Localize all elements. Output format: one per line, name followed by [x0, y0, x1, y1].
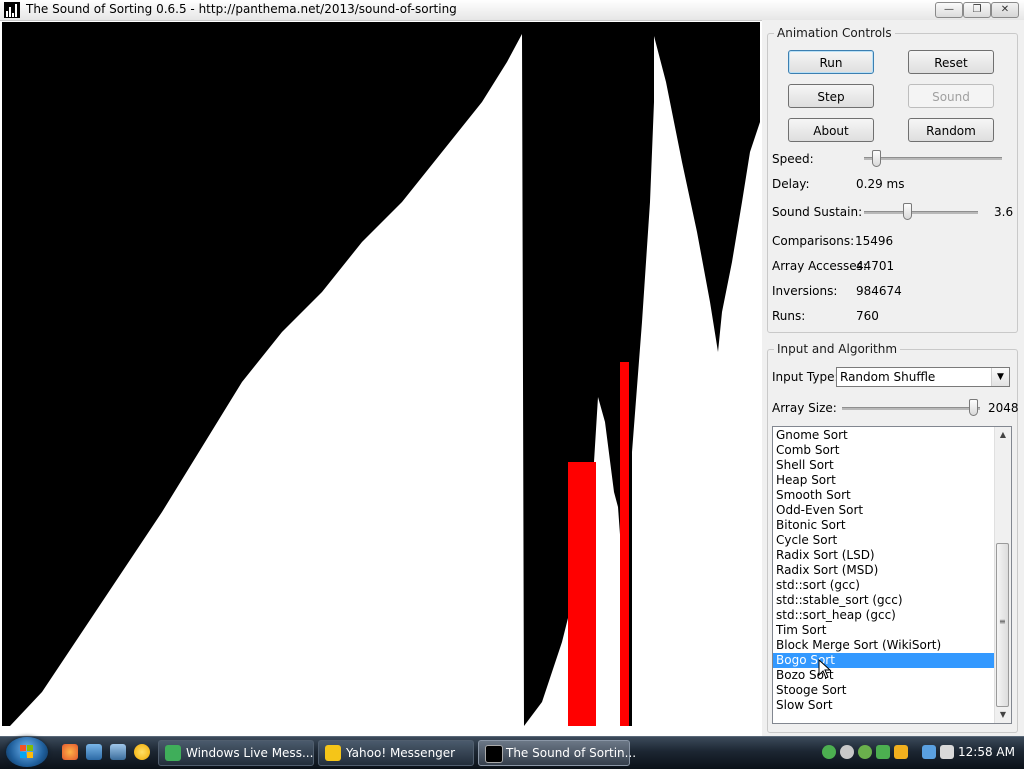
array-size-slider-track[interactable] — [842, 407, 980, 410]
sound-sustain-value: 3.6 — [994, 205, 1014, 219]
speed-label: Speed: — [772, 152, 814, 166]
algorithm-item[interactable]: Radix Sort (MSD) — [773, 563, 995, 578]
algorithm-item[interactable]: std::sort (gcc) — [773, 578, 995, 593]
bars-region-left — [10, 34, 524, 726]
smiley-icon[interactable] — [134, 744, 150, 760]
about-button[interactable]: About — [788, 118, 874, 142]
clock[interactable]: 12:58 AM — [958, 745, 1015, 759]
algorithm-item[interactable]: Comb Sort — [773, 443, 995, 458]
highlight-bar-2 — [620, 362, 629, 726]
sound-sustain-label: Sound Sustain: — [772, 205, 863, 219]
algorithm-items: Gnome Sort Comb Sort Shell Sort Heap Sort Sm… — [773, 428, 995, 713]
runs-label: Runs: — [772, 309, 806, 323]
taskbar-item-label: The Sound of Sortin... — [506, 746, 637, 760]
runs-value: 760 — [856, 309, 879, 323]
algorithm-item[interactable]: Odd-Even Sort — [773, 503, 995, 518]
array-accesses-label: Array Accesses: — [772, 259, 867, 273]
taskbar-item-label: Yahoo! Messenger — [346, 746, 456, 760]
array-size-label: Array Size: — [772, 401, 837, 415]
reset-button[interactable]: Reset — [908, 50, 994, 74]
firefox-icon[interactable] — [62, 744, 78, 760]
sorting-app-icon — [4, 2, 20, 18]
inversions-label: Inversions: — [772, 284, 838, 298]
algorithm-item[interactable]: Gnome Sort — [773, 428, 995, 443]
maximize-button[interactable]: ❐ — [963, 2, 991, 18]
window-title: The Sound of Sorting 0.6.5 - http://pant… — [26, 2, 457, 16]
scroll-down-icon[interactable]: ▼ — [995, 707, 1011, 723]
bars-region-right — [632, 36, 760, 726]
algorithm-item[interactable]: std::stable_sort (gcc) — [773, 593, 995, 608]
input-type-label: Input Type: — [772, 370, 839, 384]
algorithm-item[interactable]: Tim Sort — [773, 623, 995, 638]
delay-label: Delay: — [772, 177, 810, 191]
sorting-visualization — [2, 22, 760, 726]
sorting-app-icon — [485, 745, 503, 763]
sustain-slider-track[interactable] — [864, 211, 978, 214]
algorithm-item[interactable]: Bitonic Sort — [773, 518, 995, 533]
sustain-slider-thumb[interactable] — [903, 203, 912, 220]
inversions-value: 984674 — [856, 284, 902, 298]
yahoo-icon — [325, 745, 341, 761]
taskbar-item-sound-of-sorting[interactable]: The Sound of Sortin... — [478, 740, 636, 766]
comparisons-label: Comparisons: — [772, 234, 855, 248]
mouse-cursor-icon — [818, 659, 832, 679]
taskbar-item-yahoo[interactable]: Yahoo! Messenger — [318, 740, 474, 766]
messenger-status-icon[interactable] — [822, 745, 836, 759]
switch-windows-icon[interactable] — [110, 744, 126, 760]
input-type-value: Random Shuffle — [840, 370, 936, 384]
volume-muted-icon[interactable] — [940, 745, 954, 759]
close-button[interactable]: ✕ — [991, 2, 1019, 18]
windows-logo-icon — [20, 745, 34, 759]
algorithm-item[interactable]: Bogo Sort — [773, 653, 995, 668]
input-type-select[interactable]: Random Shuffle ▼ — [836, 367, 1010, 387]
algorithm-item[interactable]: Radix Sort (LSD) — [773, 548, 995, 563]
array-bars — [10, 34, 760, 726]
taskbar-item-messenger[interactable]: Windows Live Mess... — [158, 740, 314, 766]
algorithm-item[interactable]: Heap Sort — [773, 473, 995, 488]
algorithm-item[interactable]: Smooth Sort — [773, 488, 995, 503]
taskbar-item-label: Windows Live Mess... — [186, 746, 314, 760]
array-size-slider-thumb[interactable] — [969, 399, 978, 416]
array-accesses-value: 44701 — [856, 259, 895, 273]
highlight-bar-1 — [568, 462, 596, 726]
display-icon[interactable] — [922, 745, 936, 759]
random-button[interactable]: Random — [908, 118, 994, 142]
messenger-icon — [165, 745, 181, 761]
animation-controls-title: Animation Controls — [774, 26, 895, 40]
start-button[interactable] — [6, 737, 48, 767]
show-desktop-icon[interactable] — [86, 744, 102, 760]
chat-icon[interactable] — [840, 745, 854, 759]
algorithm-item[interactable]: Stooge Sort — [773, 683, 995, 698]
step-button[interactable]: Step — [788, 84, 874, 108]
grip-icon: ≡ — [999, 617, 1006, 626]
chevron-down-icon[interactable]: ▼ — [991, 368, 1009, 386]
scrollbar-thumb[interactable]: ≡ — [996, 543, 1009, 707]
algorithm-item[interactable]: Cycle Sort — [773, 533, 995, 548]
algorithm-item[interactable]: Block Merge Sort (WikiSort) — [773, 638, 995, 653]
minimize-button[interactable]: — — [935, 2, 963, 18]
algorithm-item[interactable]: Bozo Sort — [773, 668, 995, 683]
speed-slider-track[interactable] — [864, 157, 1002, 160]
algorithm-list[interactable]: Gnome Sort Comb Sort Shell Sort Heap Sort Sm… — [772, 426, 1012, 724]
algorithm-item[interactable]: std::sort_heap (gcc) — [773, 608, 995, 623]
scroll-up-icon[interactable]: ▲ — [995, 427, 1011, 443]
system-tray: 12:58 AM — [818, 738, 1024, 768]
sound-button[interactable]: Sound — [908, 84, 994, 108]
comparisons-value: 15496 — [855, 234, 894, 248]
algorithm-item[interactable]: Shell Sort — [773, 458, 995, 473]
speed-slider-thumb[interactable] — [872, 150, 881, 167]
network-icon[interactable] — [876, 745, 890, 759]
canvas-footer — [0, 726, 762, 734]
run-button[interactable]: Run — [788, 50, 874, 74]
title-bar: The Sound of Sorting 0.6.5 - http://pant… — [0, 0, 1024, 21]
contacts-icon[interactable] — [858, 745, 872, 759]
input-algorithm-title: Input and Algorithm — [774, 342, 901, 356]
algorithm-item[interactable]: Slow Sort — [773, 698, 995, 713]
array-size-value: 2048 — [988, 401, 1019, 415]
delay-value: 0.29 ms — [856, 177, 905, 191]
list-scrollbar[interactable]: ▲ ≡ ▼ — [994, 427, 1011, 723]
shield-icon[interactable] — [894, 745, 908, 759]
